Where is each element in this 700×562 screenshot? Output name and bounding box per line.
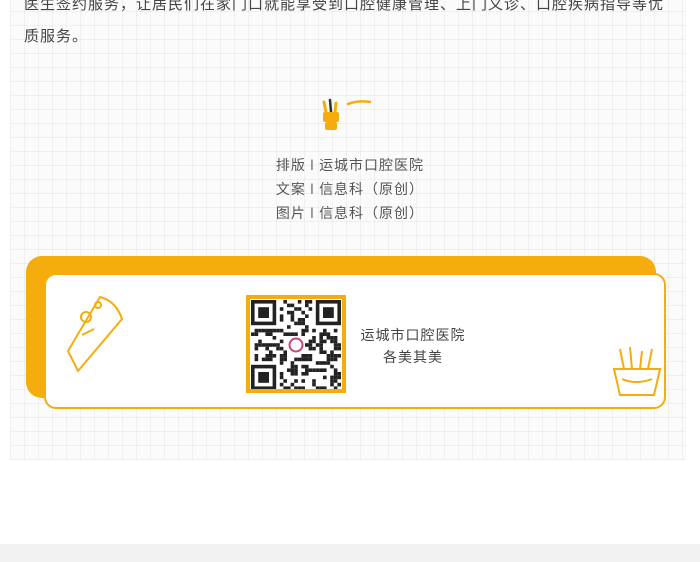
intro-line-2: 质服务。 (24, 27, 89, 45)
credit-layout-value: 运城市口腔医院 (319, 158, 425, 174)
credits-block: 排版 I 运城市口腔医院 文案 I 信息科（原创） 图片 I 信息科（原创） (0, 154, 700, 226)
credit-layout-role: 排版 (275, 158, 306, 174)
page-footer-bar (0, 544, 700, 562)
credit-separator: I (309, 206, 316, 222)
qr-code[interactable] (246, 295, 346, 393)
card-text-block: 运城市口腔医院 各美其美 (358, 325, 468, 369)
credit-photo-value: 信息科（原创） (319, 206, 425, 222)
credit-separator: I (309, 182, 316, 198)
credit-photo: 图片 I 信息科（原创） (0, 202, 700, 226)
card-body: 运城市口腔医院 各美其美 (44, 273, 666, 409)
qr-code-graphic (251, 300, 341, 389)
credit-copy: 文案 I 信息科（原创） (0, 178, 700, 202)
hospital-name: 运城市口腔医院 (360, 328, 466, 344)
credit-separator: I (309, 158, 316, 174)
credit-layout: 排版 I 运城市口腔医院 (0, 154, 700, 178)
credit-copy-role: 文案 (275, 182, 306, 198)
fries-icon (612, 346, 662, 396)
hand-sign-icon (322, 98, 372, 130)
credit-copy-value: 信息科（原创） (319, 182, 425, 198)
ice-cream-icon (66, 295, 124, 373)
follow-card: 运城市口腔医院 各美其美 (26, 256, 668, 412)
article-intro: 医生签约服务，让居民们在家门口就能享受到口腔健康管理、上门义诊、口腔疾病指导等优… (24, 0, 674, 52)
intro-line-1: 医生签约服务，让居民们在家门口就能享受到口腔健康管理、上门义诊、口腔疾病指导等优 (24, 0, 665, 13)
hospital-slogan: 各美其美 (383, 350, 443, 366)
credit-photo-role: 图片 (275, 206, 306, 222)
